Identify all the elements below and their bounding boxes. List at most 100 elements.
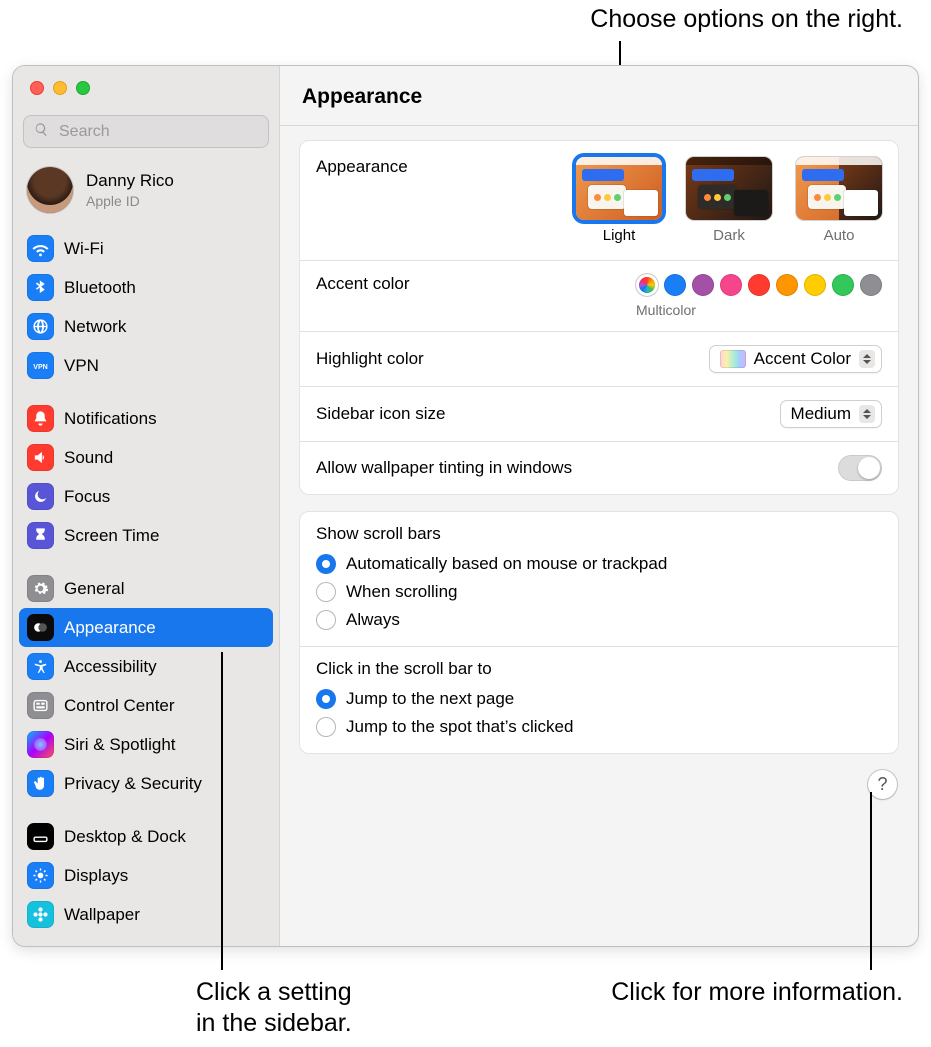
accent-label: Accent color (316, 274, 496, 294)
appearance-icon (27, 614, 54, 641)
appearance-option-dark[interactable]: Dark (686, 157, 772, 244)
accent-swatch[interactable] (832, 274, 854, 296)
sidebar-item-siri[interactable]: Siri & Spotlight (19, 725, 273, 764)
scrollbars-title: Show scroll bars (316, 524, 882, 544)
settings-window: Danny Rico Apple ID Wi-FiBluetooth Networ… (12, 65, 919, 947)
radio-label: Jump to the spot that’s clicked (346, 717, 573, 737)
scrollclick-option[interactable]: Jump to the spot that’s clicked (316, 713, 882, 741)
scrollclick-option[interactable]: Jump to the next page (316, 685, 882, 713)
accent-swatch[interactable] (664, 274, 686, 296)
appearance-option-label: Dark (713, 227, 745, 244)
sidebar-item-label: Wallpaper (64, 905, 140, 925)
scrollclick-title: Click in the scroll bar to (316, 659, 882, 679)
scrollclick-radiogroup: Jump to the next page Jump to the spot th… (316, 685, 882, 741)
hand-icon (27, 770, 54, 797)
accent-swatch[interactable] (804, 274, 826, 296)
sidebar-item-label: Focus (64, 487, 110, 507)
search-field[interactable] (23, 115, 269, 148)
callout-sidebar: Click a setting in the sidebar. (196, 977, 352, 1040)
radio-icon (316, 717, 336, 737)
gear-icon (27, 575, 54, 602)
access-icon (27, 653, 54, 680)
appearance-thumb-icon (576, 157, 662, 220)
highlight-popup[interactable]: Accent Color (709, 345, 882, 373)
sidebar-item-label: Sound (64, 448, 113, 468)
help-button[interactable]: ? (868, 770, 897, 799)
speaker-icon (27, 444, 54, 471)
sidebar-item-vpn[interactable]: VPN VPN (19, 346, 273, 385)
sidebar-item-network[interactable]: Network (19, 307, 273, 346)
accent-swatch[interactable] (776, 274, 798, 296)
highlight-value: Accent Color (754, 349, 851, 369)
search-icon (34, 122, 49, 142)
tinting-label: Allow wallpaper tinting in windows (316, 458, 826, 478)
sidebar-item-label: VPN (64, 356, 99, 376)
sidebar-item-accessibility[interactable]: Accessibility (19, 647, 273, 686)
sidebar-item-wallpaper[interactable]: Wallpaper (19, 895, 273, 934)
vpn-icon: VPN (27, 352, 54, 379)
appearance-option-label: Light (603, 227, 636, 244)
scrollbars-option[interactable]: Automatically based on mouse or trackpad (316, 550, 882, 578)
radio-icon (316, 610, 336, 630)
sidebar-item-notifications[interactable]: Notifications (19, 399, 273, 438)
sidebar-item-desktop[interactable]: Desktop & Dock (19, 817, 273, 856)
callout-line (221, 652, 223, 970)
accent-swatch[interactable] (692, 274, 714, 296)
accent-swatch[interactable] (748, 274, 770, 296)
sidebar-item-privacy[interactable]: Privacy & Security (19, 764, 273, 803)
accent-swatch[interactable] (860, 274, 882, 296)
accent-swatches (636, 274, 882, 296)
sidebar-item-appearance[interactable]: Appearance (19, 608, 273, 647)
appearance-panel: Appearance LightDarkAuto Accent color Mu… (299, 140, 899, 495)
close-icon[interactable] (30, 81, 44, 95)
highlight-label: Highlight color (316, 349, 697, 369)
sidebar-item-general[interactable]: General (19, 569, 273, 608)
sidebar-item-label: Notifications (64, 409, 157, 429)
appearance-option-auto[interactable]: Auto (796, 157, 882, 244)
sidebar-size-label: Sidebar icon size (316, 404, 768, 424)
apple-id-button[interactable]: Danny Rico Apple ID (13, 157, 279, 225)
callout-top: Choose options on the right. (590, 4, 903, 35)
cc-icon (27, 692, 54, 719)
appearance-option-light[interactable]: Light (576, 157, 662, 244)
sidebar-item-focus[interactable]: Focus (19, 477, 273, 516)
sidebar-size-popup[interactable]: Medium (780, 400, 882, 428)
wifi-icon (27, 235, 54, 262)
search-input[interactable] (57, 122, 258, 142)
sidebar-item-label: General (64, 579, 124, 599)
sidebar-item-label: Network (64, 317, 126, 337)
zoom-icon[interactable] (76, 81, 90, 95)
sidebar-item-controlcenter[interactable]: Control Center (19, 686, 273, 725)
radio-label: Automatically based on mouse or trackpad (346, 554, 667, 574)
sidebar-item-label: Siri & Spotlight (64, 735, 176, 755)
sidebar-item-sound[interactable]: Sound (19, 438, 273, 477)
sidebar-item-wifi[interactable]: Wi-Fi (19, 229, 273, 268)
accent-swatch[interactable] (720, 274, 742, 296)
radio-icon (316, 582, 336, 602)
callout-line (619, 41, 621, 65)
radio-label: When scrolling (346, 582, 458, 602)
chevron-updown-icon (859, 350, 875, 368)
minimize-icon[interactable] (53, 81, 67, 95)
sidebar-list: Wi-FiBluetooth Network VPN VPN Notifications… (13, 225, 279, 946)
sidebar-item-displays[interactable]: Displays (19, 856, 273, 895)
scrollbars-option[interactable]: When scrolling (316, 578, 882, 606)
siri-icon (27, 731, 54, 758)
flower-icon (27, 901, 54, 928)
appearance-option-label: Auto (824, 227, 855, 244)
appearance-options: Light Dark Auto (576, 157, 882, 244)
sidebar-item-label: Control Center (64, 696, 175, 716)
sun-icon (27, 862, 54, 889)
sidebar-item-screentime[interactable]: Screen Time (19, 516, 273, 555)
account-name: Danny Rico (86, 171, 174, 191)
appearance-thumb-icon (686, 157, 772, 220)
hourglass-icon (27, 522, 54, 549)
sidebar-item-label: Displays (64, 866, 128, 886)
scrollbars-option[interactable]: Always (316, 606, 882, 634)
accent-swatch[interactable] (636, 274, 658, 296)
radio-icon (316, 689, 336, 709)
radio-icon (316, 554, 336, 574)
appearance-thumb-icon (796, 157, 882, 220)
sidebar-item-bluetooth[interactable]: Bluetooth (19, 268, 273, 307)
tinting-toggle[interactable] (838, 455, 882, 481)
